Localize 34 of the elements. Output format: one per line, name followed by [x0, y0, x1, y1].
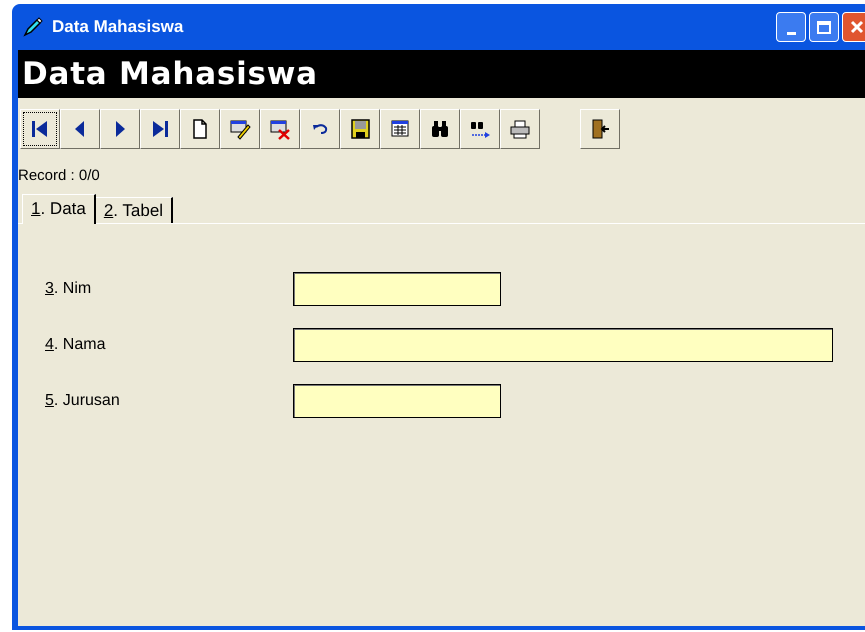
maximize-button[interactable]	[809, 12, 839, 42]
first-record-button[interactable]	[20, 109, 60, 149]
tab[interactable]: 2. Tabel	[96, 196, 174, 222]
minimize-button[interactable]	[776, 12, 806, 42]
tab[interactable]: 1. Data	[22, 194, 96, 224]
door-arrow-button[interactable]	[580, 109, 620, 149]
input-field[interactable]	[293, 384, 501, 418]
form-cross-button[interactable]	[260, 109, 300, 149]
field-label: 4. Nama	[45, 334, 106, 354]
window-title: Data Mahasiswa	[52, 16, 184, 38]
form-pencil-icon	[229, 118, 251, 140]
pen-icon	[22, 16, 44, 38]
record-counter: Record : 0/0	[18, 166, 101, 186]
blank-page-button[interactable]	[180, 109, 220, 149]
printer-button[interactable]	[500, 109, 540, 149]
right-triangle-button[interactable]	[100, 109, 140, 149]
table-grid-button[interactable]	[380, 109, 420, 149]
input-field[interactable]	[293, 272, 501, 306]
binoculars-icon	[429, 118, 451, 140]
form-cross-icon	[269, 118, 291, 140]
field-label: 3. Nim	[45, 278, 92, 298]
printer-icon	[509, 118, 531, 140]
left-triangle-button[interactable]	[60, 109, 100, 149]
form-pencil-button[interactable]	[220, 109, 260, 149]
input-field[interactable]	[293, 328, 833, 362]
floppy-disk-button[interactable]	[340, 109, 380, 149]
field-label: 5. Jurusan	[45, 390, 121, 410]
header-title: Data Mahasiswa	[22, 54, 318, 94]
binoculars-button[interactable]	[420, 109, 460, 149]
undo-arrow-button[interactable]	[300, 109, 340, 149]
last-record-button[interactable]	[140, 109, 180, 149]
binoculars-arrow-button[interactable]	[460, 109, 500, 149]
close-icon	[849, 19, 865, 35]
close-button[interactable]	[842, 12, 865, 42]
